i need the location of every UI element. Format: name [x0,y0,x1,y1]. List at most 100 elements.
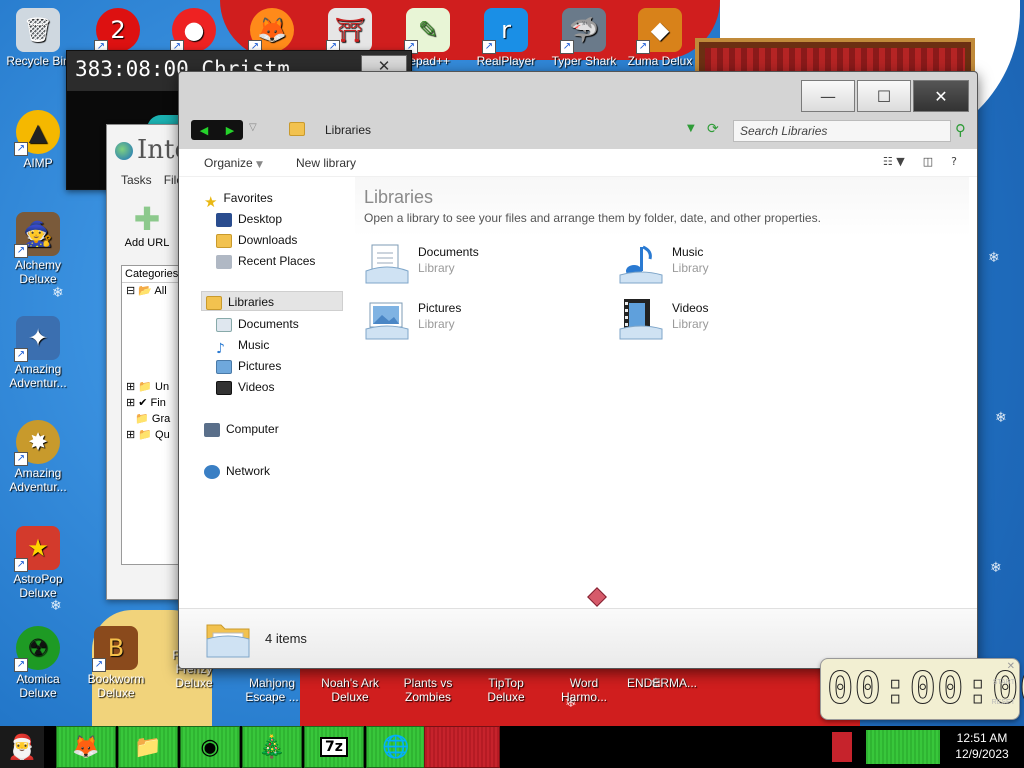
library-kind: Library [672,317,709,331]
santa-icon: 🎅 [7,733,37,761]
close-button[interactable]: ✕ [913,80,969,112]
taskbar-7zip[interactable]: 7z [304,726,364,768]
help-icon[interactable]: ? [951,155,957,168]
snowflake-icon: ❄ [995,410,1007,426]
snowflake-icon: ❄ [988,250,1000,266]
taskbar-download-manager[interactable]: 🌐 [366,726,426,768]
taskbar: 🎅 🦊 📁 ◉ 🎄 7z 🌐 12:51 AM 12/9/2023 [0,726,1024,768]
desktop-icon-top-1[interactable]: 2 ↗ [80,8,156,54]
address-dropdown-icon[interactable]: ▼ [687,123,695,134]
library-videos[interactable]: Videos Library [618,297,838,345]
nav-libraries[interactable]: Libraries [201,291,343,311]
desktop-icon-alchemy-deluxe[interactable]: 🧙 ↗ Alchemy Deluxe [0,212,76,286]
desktop-icon-enderman[interactable]: ENDERMA... [624,676,700,690]
add-url-button[interactable]: ✚ Add URL [119,201,175,249]
aimp-icon: ▲ ↗ [14,110,60,156]
videos-library-icon [619,299,663,340]
item-count: 4 items [265,631,307,646]
library-music[interactable]: Music Library [618,241,838,289]
wizard-icon: 🧙 ↗ [14,212,60,258]
desktop-icon-bookworm[interactable]: B ↗ Bookworm Deluxe [78,626,154,700]
desktop-icon-plants-vs-zombies[interactable]: Plants vs Zombies [390,676,466,704]
desktop-icon-astropop[interactable]: ★ ↗ AstroPop Deluxe [0,526,76,600]
library-name: Documents [418,245,479,259]
documents-library-icon [365,244,409,284]
desktop-icon-realplayer[interactable]: r ↗ RealPlayer [468,8,544,68]
shark-icon: 🦈 ↗ [560,8,606,54]
plus-icon: ✚ [133,200,161,238]
desktop-icon-noahs-ark[interactable]: Noah's Ark Deluxe [312,676,388,704]
taskbar-christmas-tree[interactable]: 🎄 [242,726,302,768]
library-pictures[interactable]: Pictures Library [364,297,584,345]
folder-icon [289,122,305,136]
desktop-icon-zuma[interactable]: ◆ ↗ Zuma Delux [622,8,698,68]
desktop-icon-recycle-bin[interactable]: 🗑 Recycle Bin [0,8,76,68]
nav-videos[interactable]: Videos [216,377,274,397]
nav-buttons: ◀ ▶ [191,120,243,140]
libraries-explorer-window[interactable]: — ☐ ✕ ◀ ▶ ▽ Libraries ▼ ⟳ Search Librari… [178,71,978,669]
back-arrow-icon[interactable]: ◀ [200,124,208,137]
desktop-icon-amazing-adventures-1[interactable]: ✦ ↗ Amazing Adventur... [0,316,76,390]
7zip-icon: 7z [320,737,348,757]
desktop-icon-amazing-adventures-2[interactable]: ✸ ↗ Amazing Adventur... [0,420,76,494]
nav-music[interactable]: ♪ Music [216,335,269,357]
desktop-icon-top-2[interactable]: ● ↗ [156,8,232,54]
nav-recent-places[interactable]: Recent Places [216,251,315,271]
taskbar-clock[interactable]: 12:51 AM 12/9/2023 [944,730,1020,762]
star-icon: ★ [204,192,218,211]
library-name: Videos [672,301,709,315]
organize-button[interactable]: Organize ▼ [204,156,263,170]
nav-pictures[interactable]: Pictures [216,356,281,376]
navigation-pane: ★ Favorites Desktop Downloads Recent Plac… [179,177,351,608]
desktop-icon-atomica[interactable]: ☢ ↗ Atomica Deluxe [0,626,76,700]
nav-documents[interactable]: Documents [216,314,299,334]
book-icon: B ↗ [92,626,138,672]
taskbar-firefox[interactable]: 🦊 [56,726,116,768]
network-icon [204,464,220,479]
realplayer-icon: r ↗ [482,8,528,54]
start-button[interactable]: 🎅 [0,726,44,768]
nav-downloads[interactable]: Downloads [216,230,297,250]
library-name: Music [672,245,704,259]
nav-computer[interactable]: Computer [204,419,279,439]
stopwatch-reset-button[interactable]: RESET [992,699,1015,706]
refresh-icon[interactable]: ⟳ [707,121,719,137]
stopwatch-close-icon[interactable]: ✕ [1007,661,1015,672]
snowflake-icon: ❄ [990,560,1002,576]
music-library-icon [619,245,663,284]
nav-desktop[interactable]: Desktop [216,209,282,229]
desktop-icon-word-harmony[interactable]: Word Harmo... [546,676,622,704]
search-input[interactable]: Search Libraries [733,120,951,142]
desktop-icon-typer-shark[interactable]: 🦈 ↗ Typer Shark [546,8,622,68]
downloads-folder-icon [216,233,232,248]
view-options-icon[interactable]: ☷ ▼ [883,155,905,168]
desktop-icon-mahjong-escape[interactable]: Mahjong Escape ... [234,676,310,704]
minimize-button[interactable]: — [801,80,855,112]
desktop-icon-tiptop[interactable]: TipTop Deluxe [468,676,544,704]
forward-arrow-icon[interactable]: ▶ [226,124,234,137]
system-tray[interactable] [866,730,940,764]
stopwatch-start-button[interactable]: START [993,679,1015,686]
address-bar[interactable]: Libraries [325,123,371,137]
menu-tasks[interactable]: Tasks [121,173,152,187]
desktop-icon-torii[interactable]: ⛩ ↗ [312,8,388,54]
taskbar-chrome[interactable]: ◉ [180,726,240,768]
preview-pane-icon[interactable]: ◫ [923,155,933,168]
chevron-down-icon: ▼ [256,160,263,170]
library-documents[interactable]: Documents Library [364,241,584,289]
desktop-icon-aimp[interactable]: ▲ ↗ AIMP [0,110,76,170]
taskbar-explorer[interactable]: 📁 [118,726,178,768]
maximize-button[interactable]: ☐ [857,80,911,112]
new-library-button[interactable]: New library [296,156,356,170]
number-two-icon: 2 ↗ [94,8,140,54]
documents-icon [216,317,232,332]
torii-icon: ⛩ ↗ [326,8,372,54]
desktop-icon-firefox-top[interactable]: 🦊 ↗ [234,8,310,54]
tray-divider [832,732,852,762]
search-icon[interactable]: ⚲ [955,121,966,139]
globe-icon [115,142,133,160]
recent-pages-dropdown-icon[interactable]: ▽ [249,122,257,133]
nav-network[interactable]: Network [204,461,270,481]
nav-favorites[interactable]: ★ Favorites [204,188,273,211]
stopwatch-widget[interactable]: 00:00:00 ✕ START RESET [820,658,1024,720]
